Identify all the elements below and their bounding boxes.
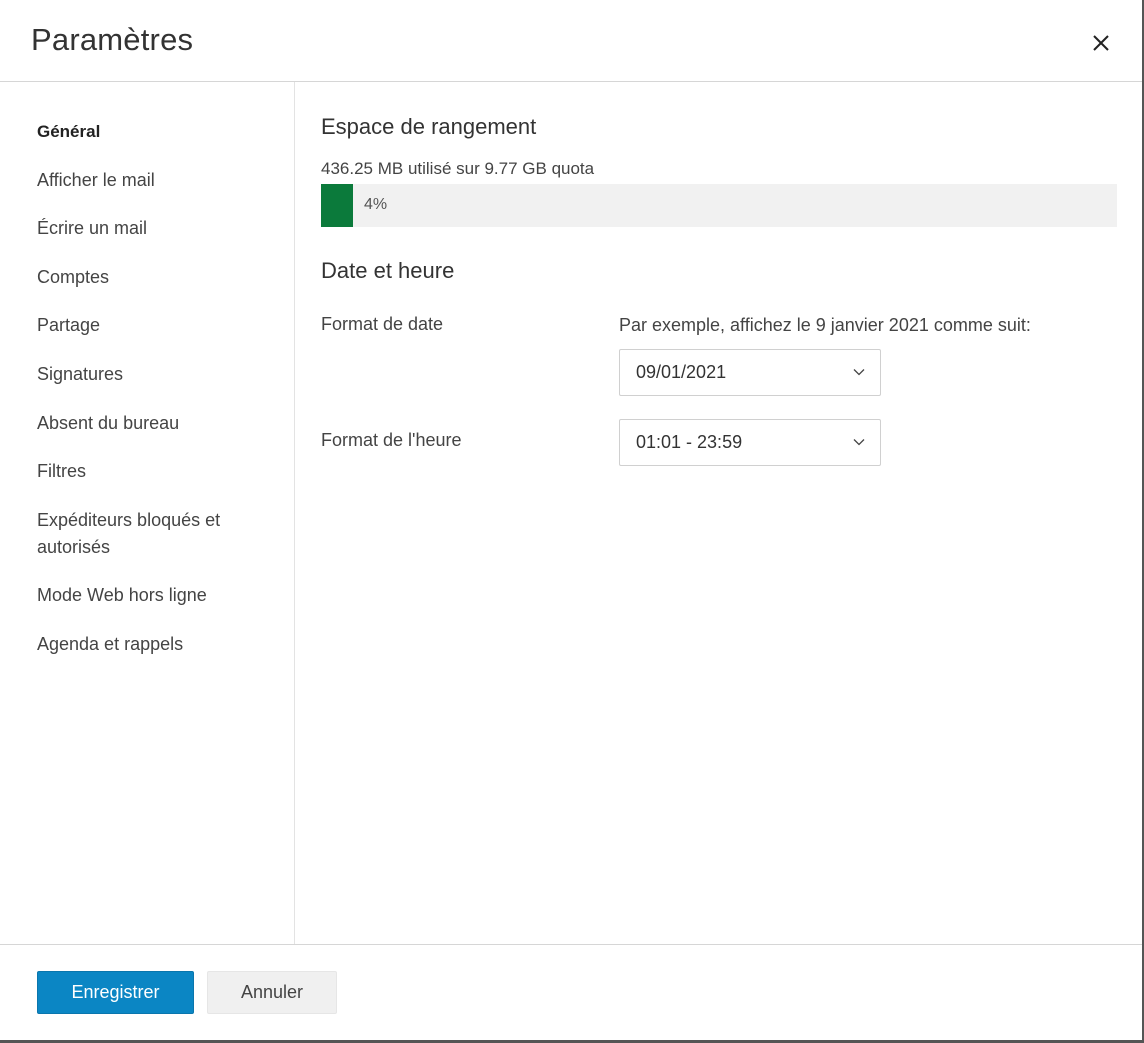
close-button[interactable]	[1086, 28, 1116, 58]
date-format-label: Format de date	[321, 314, 444, 334]
sidebar-item-display-mail[interactable]: Afficher le mail	[37, 167, 277, 194]
storage-percent-label: 4%	[364, 196, 388, 213]
date-format-value: 09/01/2021	[636, 362, 727, 382]
save-button[interactable]: Enregistrer	[37, 971, 194, 1014]
time-format-select[interactable]: 01:01 - 23:59	[619, 419, 881, 466]
time-format-value: 01:01 - 23:59	[636, 432, 743, 452]
sidebar-item-filters[interactable]: Filtres	[37, 458, 277, 485]
settings-content: Espace de rangement 436.25 MB utilisé su…	[321, 82, 1121, 944]
time-format-label: Format de l'heure	[321, 430, 462, 450]
close-icon	[1093, 35, 1109, 51]
sidebar-item-calendar-reminders[interactable]: Agenda et rappels	[37, 631, 277, 658]
settings-dialog: Paramètres Général Afficher le mail Écri…	[0, 0, 1144, 1043]
sidebar-item-offline-mode[interactable]: Mode Web hors ligne	[37, 582, 277, 609]
sidebar-item-accounts[interactable]: Comptes	[37, 264, 277, 291]
sidebar-item-compose-mail[interactable]: Écrire un mail	[37, 215, 277, 242]
storage-progress-bar: 4%	[321, 184, 1117, 227]
chevron-down-icon	[853, 439, 865, 446]
chevron-down-icon	[853, 369, 865, 376]
dialog-header: Paramètres	[0, 0, 1142, 82]
datetime-section-title: Date et heure	[321, 258, 455, 283]
dialog-title: Paramètres	[31, 22, 194, 57]
date-format-select[interactable]: 09/01/2021	[619, 349, 881, 396]
sidebar-item-sharing[interactable]: Partage	[37, 312, 277, 339]
cancel-button[interactable]: Annuler	[207, 971, 337, 1014]
sidebar-item-signatures[interactable]: Signatures	[37, 361, 277, 388]
storage-progress-fill	[321, 184, 353, 227]
sidebar-item-out-of-office[interactable]: Absent du bureau	[37, 410, 277, 437]
date-format-hint: Par exemple, affichez le 9 janvier 2021 …	[619, 315, 1031, 335]
sidebar-item-general[interactable]: Général	[37, 118, 277, 145]
dialog-footer: Enregistrer Annuler	[0, 944, 1142, 1041]
storage-usage-text: 436.25 MB utilisé sur 9.77 GB quota	[321, 159, 595, 178]
sidebar-item-blocked-senders[interactable]: Expéditeurs bloqués et autorisés	[37, 507, 257, 561]
settings-sidebar: Général Afficher le mail Écrire un mail …	[0, 82, 295, 944]
storage-section-title: Espace de rangement	[321, 114, 537, 139]
